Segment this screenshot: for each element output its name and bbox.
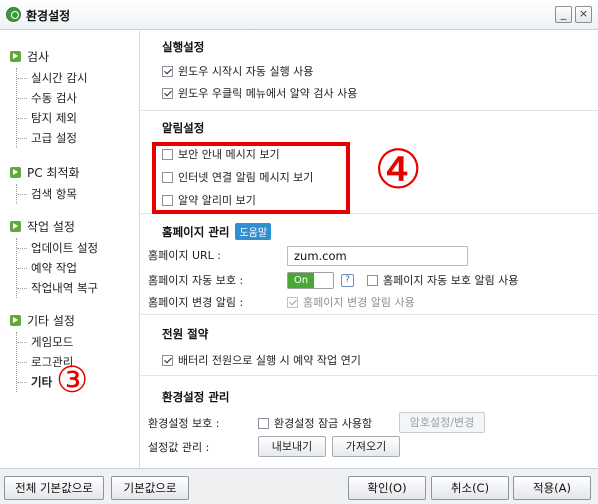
sidebar-item-schedule[interactable]: 예약 작업 bbox=[16, 258, 98, 278]
sidebar-item-manual-scan[interactable]: 수동 검사 bbox=[17, 88, 88, 108]
checkbox[interactable] bbox=[258, 417, 269, 429]
settings-content: 실행설정 윈도우 시작시 자동 실행 사용 윈도우 우클릭 메뉴에서 알약 검사… bbox=[141, 31, 598, 468]
section-title: 환경설정 관리 bbox=[162, 390, 230, 404]
minimize-button[interactable]: _ bbox=[555, 6, 572, 23]
section-homepage: 홈페이지 관리도움말 홈페이지 URL : 홈페이지 자동 보호 : On ? … bbox=[141, 215, 598, 315]
sidebar-group-header[interactable]: 기타 설정 bbox=[10, 311, 75, 329]
option-change-alert: 홈페이지 변경 알림 사용 bbox=[287, 292, 415, 312]
homepage-url-input[interactable] bbox=[287, 246, 468, 266]
arrow-icon bbox=[10, 166, 21, 178]
option-autostart[interactable]: 윈도우 시작시 자동 실행 사용 bbox=[162, 61, 313, 81]
section-power: 전원 절약 배터리 전원으로 실행 시 예약 작업 연기 bbox=[141, 316, 598, 376]
reset-all-button[interactable]: 전체 기본값으로 bbox=[4, 476, 104, 500]
help-icon[interactable]: ? bbox=[341, 274, 354, 287]
sidebar: 검사 실시간 감시 수동 검사 탐지 제외 고급 설정 PC 최적화 검색 항목… bbox=[0, 31, 140, 468]
url-label: 홈페이지 URL : bbox=[148, 249, 222, 262]
checkbox bbox=[287, 296, 298, 308]
arrow-icon bbox=[10, 220, 21, 232]
checkbox[interactable] bbox=[162, 65, 173, 77]
export-button[interactable]: 내보내기 bbox=[258, 436, 326, 457]
manage-label: 설정값 관리 : bbox=[148, 441, 210, 454]
reset-default-button[interactable]: 기본값으로 bbox=[111, 476, 189, 500]
option-battery[interactable]: 배터리 전원으로 실행 시 예약 작업 연기 bbox=[162, 350, 361, 370]
section-run: 실행설정 윈도우 시작시 자동 실행 사용 윈도우 우클릭 메뉴에서 알약 검사… bbox=[141, 31, 598, 111]
sidebar-group-scan: 검사 실시간 감시 수동 검사 탐지 제외 고급 설정 bbox=[10, 47, 88, 148]
option-lock[interactable]: 환경설정 잠금 사용함 bbox=[258, 413, 372, 433]
checkbox[interactable] bbox=[367, 274, 378, 286]
section-title: 홈페이지 관리 도움말 bbox=[162, 223, 272, 240]
sidebar-group-optimize: PC 최적화 검색 항목 bbox=[10, 163, 80, 204]
cancel-button[interactable]: 취소(C) bbox=[431, 476, 509, 500]
toggle-on-label: On bbox=[288, 273, 314, 288]
sidebar-item-restore[interactable]: 작업내역 복구 bbox=[16, 278, 98, 298]
sidebar-group-header[interactable]: 작업 설정 bbox=[10, 217, 98, 235]
window-title: 환경설정 bbox=[26, 9, 71, 23]
auto-protect-toggle[interactable]: On bbox=[287, 272, 334, 289]
checkbox[interactable] bbox=[162, 87, 173, 99]
option-context-menu[interactable]: 윈도우 우클릭 메뉴에서 알약 검사 사용 bbox=[162, 83, 357, 103]
sidebar-item-advanced[interactable]: 고급 설정 bbox=[17, 128, 88, 148]
annotation-circle-three: ③ bbox=[56, 360, 89, 401]
sidebar-item-gamemode[interactable]: 게임모드 bbox=[17, 332, 75, 352]
sidebar-item-search-items[interactable]: 검색 항목 bbox=[17, 184, 80, 204]
sidebar-group-header[interactable]: PC 최적화 bbox=[10, 163, 80, 181]
footer-bar: 전체 기본값으로 기본값으로 확인(O) 취소(C) 적용(A) bbox=[0, 468, 598, 504]
arrow-icon bbox=[10, 50, 21, 62]
auto-protect-label: 홈페이지 자동 보호 : bbox=[148, 274, 244, 287]
import-button[interactable]: 가져오기 bbox=[332, 436, 400, 457]
section-env: 환경설정 관리 환경설정 보호 : 환경설정 잠금 사용함 암호설정/변경 설정… bbox=[141, 377, 598, 468]
apply-button[interactable]: 적용(A) bbox=[513, 476, 591, 500]
protect-label: 환경설정 보호 : bbox=[148, 417, 220, 430]
checkbox[interactable] bbox=[162, 354, 173, 366]
sidebar-item-update[interactable]: 업데이트 설정 bbox=[16, 238, 98, 258]
annotation-circle-four: ④ bbox=[374, 138, 423, 201]
change-alert-label: 홈페이지 변경 알림 : bbox=[148, 296, 244, 309]
sidebar-item-realtime[interactable]: 실시간 감시 bbox=[17, 68, 88, 88]
title-bar: 환경설정 _ × bbox=[0, 0, 598, 30]
help-link[interactable]: 도움말 bbox=[235, 223, 272, 240]
option-auto-protect-alert[interactable]: 홈페이지 자동 보호 알림 사용 bbox=[367, 270, 518, 290]
app-logo-icon bbox=[6, 7, 21, 22]
section-title: 실행설정 bbox=[162, 40, 205, 54]
highlight-box bbox=[152, 142, 350, 214]
ok-button[interactable]: 확인(O) bbox=[348, 476, 426, 500]
arrow-icon bbox=[10, 314, 21, 326]
close-button[interactable]: × bbox=[575, 6, 592, 23]
password-button[interactable]: 암호설정/변경 bbox=[399, 412, 485, 433]
sidebar-item-exclusion[interactable]: 탐지 제외 bbox=[17, 108, 88, 128]
sidebar-group-header[interactable]: 검사 bbox=[10, 47, 88, 65]
section-title: 알림설정 bbox=[162, 121, 205, 135]
section-title: 전원 절약 bbox=[162, 327, 209, 341]
sidebar-group-tasks: 작업 설정 업데이트 설정 예약 작업 작업내역 복구 bbox=[10, 217, 98, 298]
